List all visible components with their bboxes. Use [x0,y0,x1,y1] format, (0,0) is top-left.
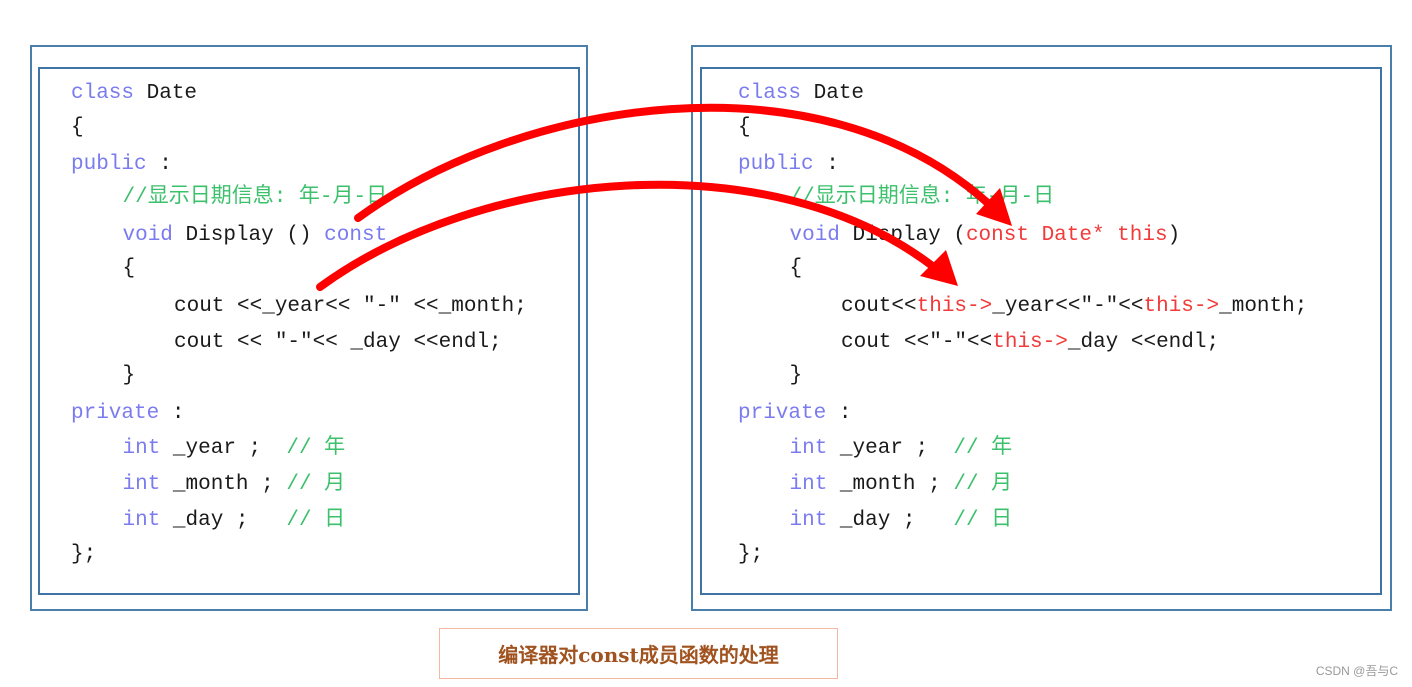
diagram: class Date{public ://显示日期信息: 年-月-日 void D… [0,0,1412,687]
watermark: CSDN @吾与C [1315,664,1398,678]
arrows-layer [316,103,1012,291]
arrow-member-to-this-access [316,180,939,291]
arrow-const-to-this-param [354,103,994,222]
arrowhead-icon [920,250,958,286]
caption-box: 编译器对const成员函数的处理 [439,628,838,679]
